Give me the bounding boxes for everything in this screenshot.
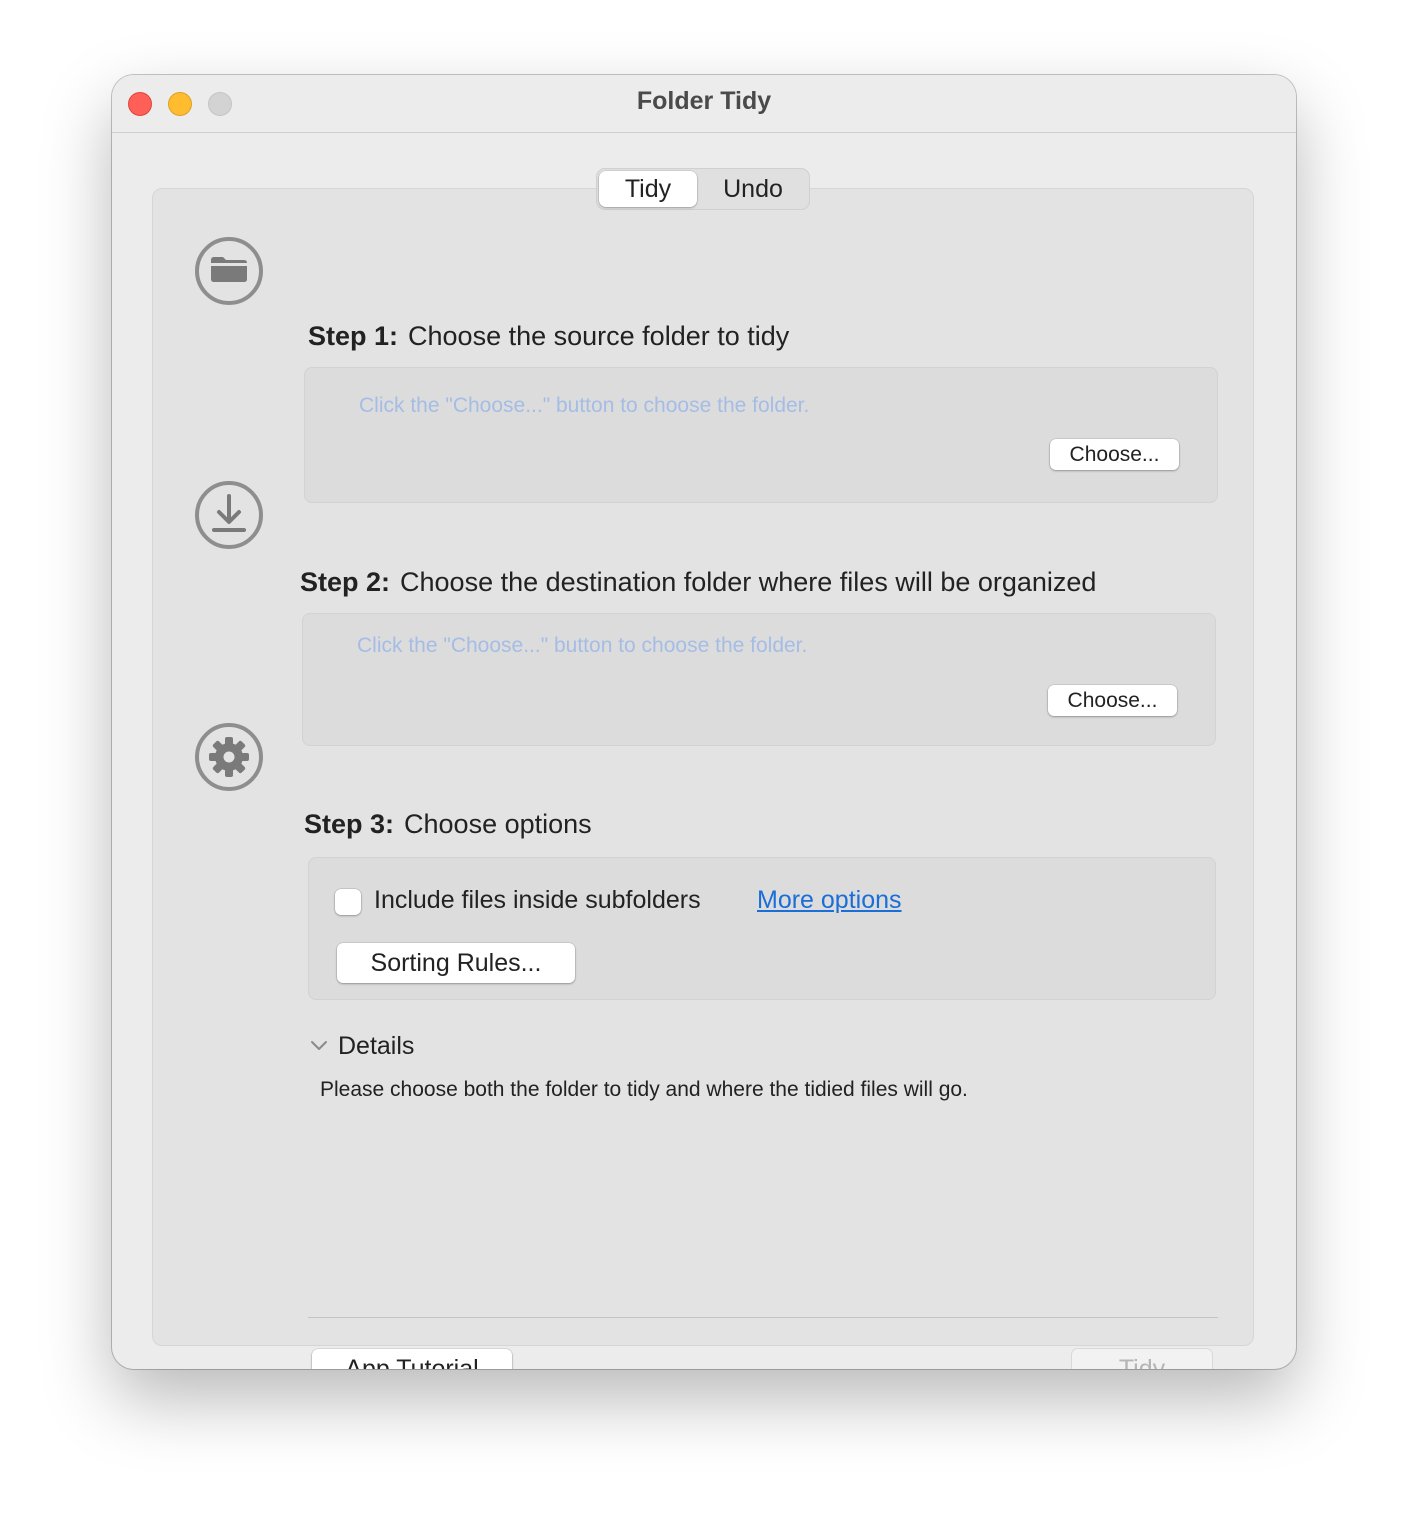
tab-view — [152, 188, 1254, 1346]
step2-title: Choose the destination folder where file… — [400, 567, 1097, 597]
destination-folder-panel: Click the "Choose..." button to choose t… — [302, 613, 1216, 746]
step3-prefix: Step 3: — [304, 809, 395, 839]
app-window: Folder Tidy Tidy Undo Step 1: Choose the … — [112, 75, 1296, 1369]
details-message: Please choose both the folder to tidy an… — [320, 1078, 968, 1101]
title-bar[interactable]: Folder Tidy — [112, 75, 1296, 133]
step2-prefix: Step 2: — [300, 567, 391, 597]
include-subfolders-label[interactable]: Include files inside subfolders — [374, 886, 701, 915]
tab-switcher: Tidy Undo — [596, 168, 810, 210]
include-subfolders-checkbox[interactable] — [335, 889, 361, 915]
step1-heading: Step 1: Choose the source folder to tidy — [308, 321, 789, 352]
step3-title: Choose options — [404, 809, 592, 839]
step2-heading: Step 2: Choose the destination folder whe… — [300, 567, 1096, 598]
step1-title: Choose the source folder to tidy — [408, 321, 790, 351]
window-content: Tidy Undo Step 1: Choose the source folde… — [112, 133, 1296, 1369]
tidy-button[interactable]: Tidy — [1072, 1349, 1212, 1369]
source-folder-panel: Click the "Choose..." button to choose t… — [304, 367, 1218, 503]
destination-folder-hint: Click the "Choose..." button to choose t… — [357, 634, 808, 657]
details-disclosure[interactable]: Details — [338, 1032, 414, 1061]
sorting-rules-button[interactable]: Sorting Rules... — [337, 943, 575, 983]
footer-divider — [308, 1317, 1218, 1318]
source-folder-hint: Click the "Choose..." button to choose t… — [359, 394, 810, 417]
options-panel: Include files inside subfolders More opt… — [308, 857, 1216, 1000]
tab-tidy[interactable]: Tidy — [599, 171, 697, 207]
folder-icon — [195, 237, 263, 305]
step3-heading: Step 3: Choose options — [304, 809, 592, 840]
choose-source-button[interactable]: Choose... — [1050, 439, 1179, 470]
step1-prefix: Step 1: — [308, 321, 399, 351]
tab-undo[interactable]: Undo — [699, 171, 807, 207]
app-tutorial-button[interactable]: App Tutorial — [312, 1349, 512, 1369]
choose-destination-button[interactable]: Choose... — [1048, 685, 1177, 716]
chevron-down-icon[interactable] — [310, 1040, 328, 1052]
more-options-link[interactable]: More options — [757, 886, 902, 915]
download-icon — [195, 481, 263, 549]
window-title: Folder Tidy — [636, 87, 772, 115]
gear-icon — [195, 723, 263, 791]
